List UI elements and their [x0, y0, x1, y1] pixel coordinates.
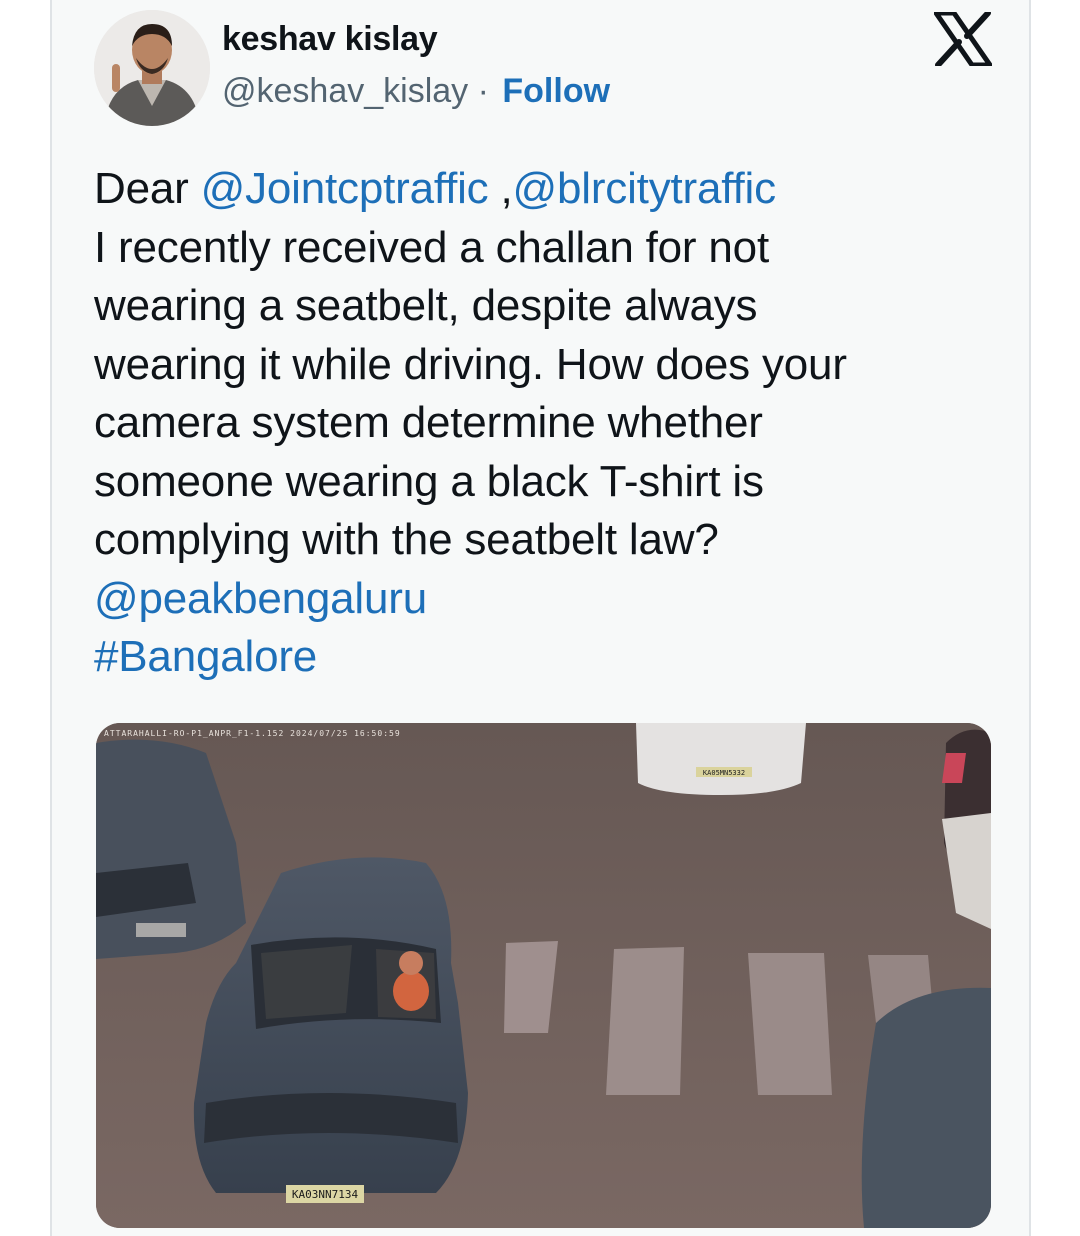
greeting: Dear — [94, 164, 201, 213]
mention-peakbengaluru[interactable]: @peakbengaluru — [94, 570, 994, 629]
avatar-image — [94, 10, 210, 126]
tweet-card: keshav kislay @keshav_kislay · Follow De… — [50, 0, 1031, 1236]
mention-separator: , — [488, 164, 513, 213]
author-name[interactable]: keshav kislay — [222, 20, 438, 59]
tweet-body-line: someone wearing a black T-shirt is — [94, 456, 764, 506]
tweet-body-line: camera system determine whether — [94, 398, 763, 447]
main-car-plate: KA03NN7134 — [292, 1188, 359, 1201]
tweet-first-line: Dear @Jointcptraffic ,@blrcitytraffic — [94, 160, 994, 219]
top-car-plate: KA05MN5332 — [703, 769, 745, 777]
author-handle[interactable]: @keshav_kislay — [222, 72, 468, 110]
x-logo-icon[interactable] — [933, 10, 993, 68]
camera-overlay-text: ATTARAHALLI-RO-P1_ANPR_F1-1.152 2024/07/… — [104, 729, 401, 738]
tweet-body-line: I recently received a challan for not — [94, 222, 769, 272]
author-handle-row: @keshav_kislay · Follow — [222, 72, 610, 111]
follow-button[interactable]: Follow — [502, 72, 610, 110]
traffic-camera-image: KA05MN5332 KA03NN7134 ATTARAHALLI-RO-P1_… — [96, 723, 991, 1228]
tweet-body-line: wearing it while driving. How does your — [94, 339, 847, 389]
tweet-body-line: complying with the seatbelt law? — [94, 515, 719, 564]
tweet-text: Dear @Jointcptraffic ,@blrcitytraffic I … — [94, 160, 994, 687]
mention-jointcptraffic[interactable]: @Jointcptraffic — [201, 164, 489, 213]
avatar[interactable] — [94, 10, 210, 126]
tweet-body-line: wearing a seatbelt, despite always — [94, 281, 758, 330]
mention-blrcitytraffic[interactable]: @blrcitytraffic — [513, 164, 777, 213]
traffic-camera-photo[interactable]: KA05MN5332 KA03NN7134 ATTARAHALLI-RO-P1_… — [96, 723, 991, 1228]
hashtag-bangalore[interactable]: #Bangalore — [94, 628, 994, 687]
handle-separator: · — [468, 72, 499, 110]
